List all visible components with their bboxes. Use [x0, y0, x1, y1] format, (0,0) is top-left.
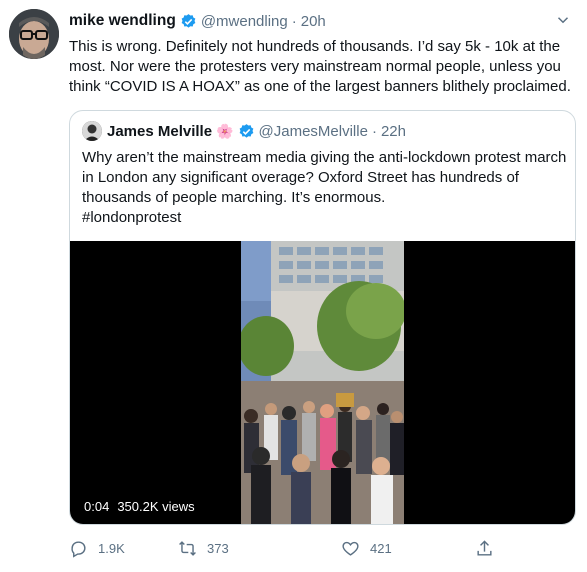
video-views: 350.2K views — [117, 499, 195, 514]
quoted-tweet-header: James Melville 🌸 @JamesMelville · 22h — [82, 120, 406, 142]
author-handle[interactable]: @mwendling — [201, 13, 288, 30]
quoted-author-name: James Melville — [107, 122, 213, 140]
quoted-timestamp: 22h — [380, 122, 406, 140]
quoted-text-body: Why aren’t the mainstream media giving t… — [82, 149, 567, 206]
separator-dot: · — [371, 122, 377, 140]
video-thumbnail — [241, 241, 404, 524]
quoted-tweet[interactable]: James Melville 🌸 @JamesMelville · 22h Wh… — [69, 110, 576, 525]
reply-icon — [71, 540, 86, 558]
quoted-author-handle: @JamesMelville — [258, 122, 368, 140]
quoted-tweet-text: Why aren’t the mainstream media giving t… — [82, 148, 570, 228]
separator-dot: · — [291, 12, 297, 30]
timestamp[interactable]: 20h — [301, 13, 326, 30]
video-player[interactable]: 0:04 350.2K views — [70, 241, 575, 524]
heart-icon — [342, 541, 359, 556]
like-count: 421 — [370, 540, 392, 556]
tweet-text: This is wrong. Definitely not hundreds o… — [69, 38, 571, 95]
verified-badge-icon — [238, 123, 255, 140]
more-icon[interactable] — [551, 8, 575, 32]
video-meta: 0:04 350.2K views — [84, 499, 195, 514]
tweet[interactable]: mike wendling @mwendling · 20h This is w… — [0, 0, 587, 572]
reply-button[interactable]: 1.9K — [69, 536, 125, 560]
share-button[interactable] — [475, 536, 504, 560]
verified-badge-icon — [180, 13, 197, 30]
retweet-count: 373 — [207, 540, 229, 556]
retweet-button[interactable]: 373 — [178, 536, 229, 560]
avatar[interactable] — [9, 9, 59, 59]
tweet-actions: 1.9K 373 421 — [69, 536, 509, 560]
flower-icon: 🌸 — [216, 122, 234, 139]
reply-count: 1.9K — [98, 540, 125, 556]
share-icon — [477, 539, 492, 556]
author-name[interactable]: mike wendling — [69, 12, 176, 30]
hashtag[interactable]: #londonprotest — [82, 209, 181, 226]
tweet-header: mike wendling @mwendling · 20h — [69, 10, 547, 32]
like-button[interactable]: 421 — [341, 536, 392, 560]
retweet-icon — [179, 540, 196, 556]
quoted-avatar — [82, 121, 102, 141]
video-duration: 0:04 — [84, 499, 110, 514]
